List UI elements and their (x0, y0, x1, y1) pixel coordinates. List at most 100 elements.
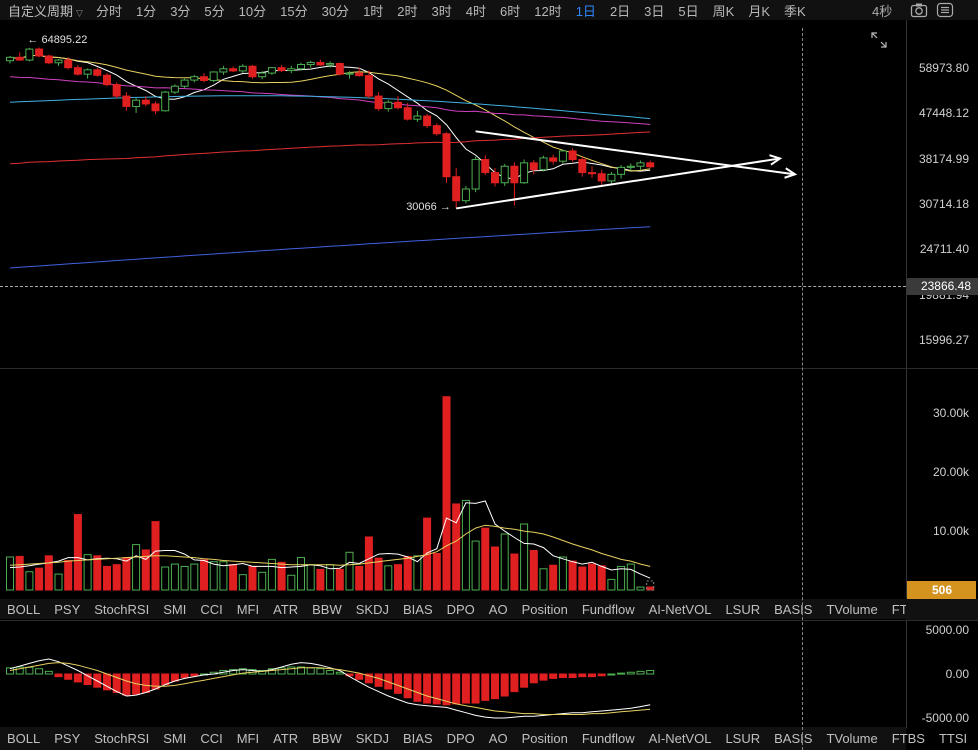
macd-histogram-bar (161, 673, 170, 686)
volume-bar (25, 571, 34, 591)
macd-histogram-bar (481, 673, 490, 701)
indicator-tab-smi[interactable]: SMI (156, 731, 193, 746)
indicator-tab-ai-netvol[interactable]: AI-NetVOL (642, 731, 719, 746)
indicator-tab-boll[interactable]: BOLL (0, 731, 47, 746)
macd-chart[interactable] (0, 621, 906, 728)
timeframe-16[interactable]: 5日 (671, 1, 705, 20)
volume-axis[interactable]: 30.00k 20.00k 10.00k (906, 369, 978, 598)
indicator-tab-ao[interactable]: AO (482, 731, 515, 746)
indicator-tab-fundflow[interactable]: Fundflow (575, 602, 642, 617)
candle-body (35, 48, 44, 57)
volume-tick: 30.00k (932, 406, 969, 421)
indicator-tab-fundflow[interactable]: Fundflow (575, 731, 642, 746)
indicator-tab-basis[interactable]: BASIS (767, 602, 819, 617)
timeframe-0[interactable]: 分时 (89, 1, 129, 20)
price-tick: 30714.18 (918, 196, 969, 211)
candlestick-chart[interactable] (0, 20, 906, 368)
indicator-tab-bias[interactable]: BIAS (396, 731, 440, 746)
macd-tick: 5000.00 (925, 623, 969, 637)
timeframe-4[interactable]: 10分 (232, 1, 273, 20)
timeframe-10[interactable]: 4时 (459, 1, 493, 20)
candle-body (636, 162, 645, 167)
crosshair-vertical (802, 28, 803, 750)
timeframe-9[interactable]: 3时 (425, 1, 459, 20)
indicator-tab-atr[interactable]: ATR (266, 602, 305, 617)
timeframe-19[interactable]: 季K (777, 1, 813, 20)
volume-bar (190, 563, 199, 591)
indicator-tab-bbw[interactable]: BBW (305, 731, 349, 746)
indicator-tab-cci[interactable]: CCI (193, 602, 229, 617)
menu-icon[interactable] (935, 1, 955, 18)
indicator-tab-dpo[interactable]: DPO (440, 602, 482, 617)
camera-icon[interactable] (909, 1, 929, 18)
indicator-tab-cci[interactable]: CCI (193, 731, 229, 746)
timeframe-12[interactable]: 12时 (527, 1, 568, 20)
candle-body (578, 159, 587, 174)
candle-body (432, 125, 441, 135)
volume-bar (471, 540, 480, 591)
indicator-tab-ftbs[interactable]: FTBS (885, 731, 932, 746)
macd-chart-panel[interactable]: 5000.00 0.00 -5000.00 (0, 620, 978, 728)
timeframe-5[interactable]: 15分 (273, 1, 314, 20)
expand-icon[interactable] (870, 31, 888, 49)
indicator-tab-stochrsi[interactable]: StochRSI (87, 731, 156, 746)
indicator-tab-lsur[interactable]: LSUR (718, 602, 767, 617)
indicator-tab-skdj[interactable]: SKDJ (349, 731, 396, 746)
volume-bar (626, 563, 635, 591)
volume-bar (122, 557, 131, 591)
timeframe-13[interactable]: 1日 (569, 1, 603, 20)
timeframe-15[interactable]: 3日 (637, 1, 671, 20)
indicator-tab-bbw[interactable]: BBW (305, 602, 349, 617)
custom-period-button[interactable]: 自定义周期 ▽ (0, 1, 89, 20)
indicator-tab-smi[interactable]: SMI (156, 602, 193, 617)
indicator-tab-atr[interactable]: ATR (266, 731, 305, 746)
indicator-tab-ttsi[interactable]: TTSI (932, 731, 974, 746)
timeframe-8[interactable]: 2时 (390, 1, 424, 20)
timeframe-7[interactable]: 1时 (356, 1, 390, 20)
candle-body (626, 165, 635, 168)
indicator-tab-lsur[interactable]: LSUR (718, 731, 767, 746)
timeframe-18[interactable]: 月K (741, 1, 777, 20)
ma-yellow-line (9, 54, 651, 172)
candle-body (122, 95, 131, 107)
current-price-line (0, 286, 906, 287)
candle-body (442, 133, 451, 178)
price-chart-panel[interactable]: 58973.80 47448.12 38174.99 30714.18 24711.40… (0, 20, 978, 369)
indicator-tab-position[interactable]: Position (515, 602, 575, 617)
timeframe-3[interactable]: 5分 (197, 1, 231, 20)
timeframe-1[interactable]: 1分 (129, 1, 163, 20)
indicator-tab-tvolume[interactable]: TVolume (819, 602, 884, 617)
candle-body (646, 162, 655, 168)
indicator-tab-ai-netvol[interactable]: AI-NetVOL (642, 602, 719, 617)
macd-axis[interactable]: 5000.00 0.00 -5000.00 (906, 621, 978, 728)
indicator-tab-basis[interactable]: BASIS (767, 731, 819, 746)
macd-histogram-bar (558, 673, 567, 679)
indicator-tab-ao[interactable]: AO (482, 602, 515, 617)
candle-body (461, 188, 470, 202)
macd-histogram-bar (25, 666, 34, 675)
indicator-tab-mfi[interactable]: MFI (230, 731, 266, 746)
indicator-tab-skdj[interactable]: SKDJ (349, 602, 396, 617)
indicator-tab-psy[interactable]: PSY (47, 731, 87, 746)
indicator-tab-dpo[interactable]: DPO (440, 731, 482, 746)
timeframe-2[interactable]: 3分 (163, 1, 197, 20)
price-axis[interactable]: 58973.80 47448.12 38174.99 30714.18 24711.40… (906, 20, 978, 368)
indicator-tab-position[interactable]: Position (515, 731, 575, 746)
indicator-tab-bias[interactable]: BIAS (396, 602, 440, 617)
indicator-tab-boll[interactable]: BOLL (0, 602, 47, 617)
indicator-tab-psy[interactable]: PSY (47, 602, 87, 617)
indicator-tab-mfi[interactable]: MFI (230, 602, 266, 617)
volume-chart-panel[interactable]: 30.00k 20.00k 10.00k 506 (0, 369, 978, 600)
timeframe-11[interactable]: 6时 (493, 1, 527, 20)
timeframe-17[interactable]: 周K (706, 1, 742, 20)
refresh-interval[interactable]: 4秒 (872, 1, 892, 20)
volume-bar (588, 563, 596, 591)
indicator-tab-tvolume[interactable]: TVolume (819, 731, 884, 746)
timeframe-6[interactable]: 30分 (315, 1, 356, 20)
volume-bar (491, 546, 499, 591)
indicator-tab-stochrsi[interactable]: StochRSI (87, 602, 156, 617)
timeframe-14[interactable]: 2日 (603, 1, 637, 20)
volume-chart[interactable] (0, 369, 906, 598)
indicator-tab-ttmu[interactable]: TTMU (974, 731, 978, 746)
macd-histogram-bar (568, 673, 577, 679)
